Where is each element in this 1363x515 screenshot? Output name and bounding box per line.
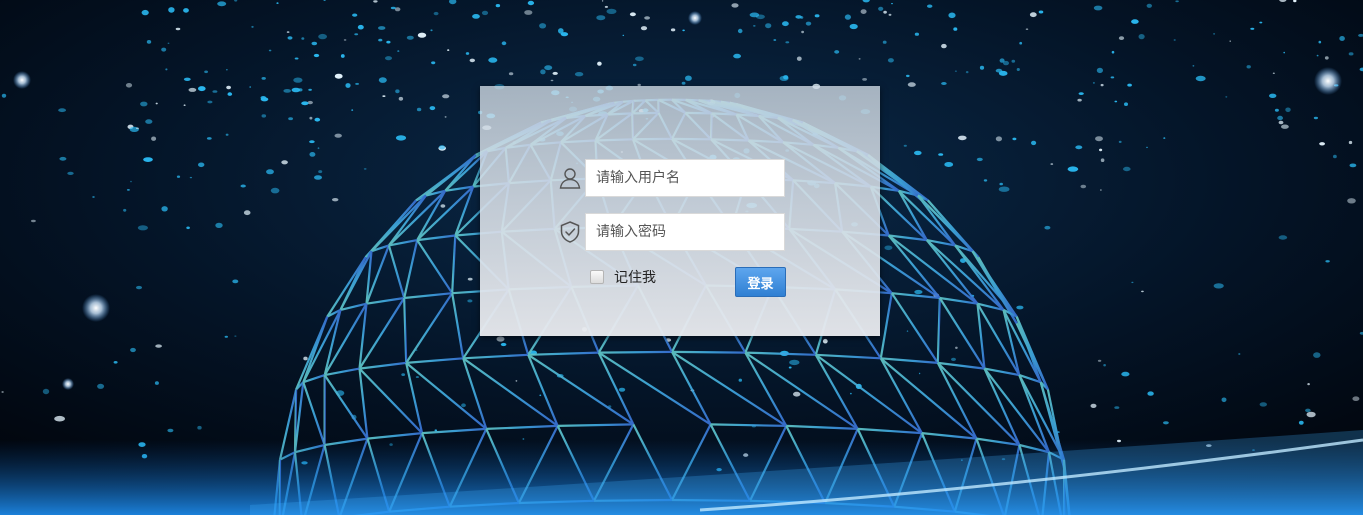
remember-label: 记住我 xyxy=(614,270,656,286)
username-row xyxy=(480,159,880,197)
user-icon xyxy=(558,166,582,190)
remember-me[interactable]: 记住我 xyxy=(590,268,656,286)
remember-checkbox[interactable] xyxy=(590,270,604,284)
login-panel: 记住我 登录 xyxy=(480,86,880,336)
login-button[interactable]: 登录 xyxy=(735,267,786,297)
shield-check-icon xyxy=(558,220,582,244)
username-input[interactable] xyxy=(585,159,785,197)
password-input[interactable] xyxy=(585,213,785,251)
password-row xyxy=(480,213,880,251)
